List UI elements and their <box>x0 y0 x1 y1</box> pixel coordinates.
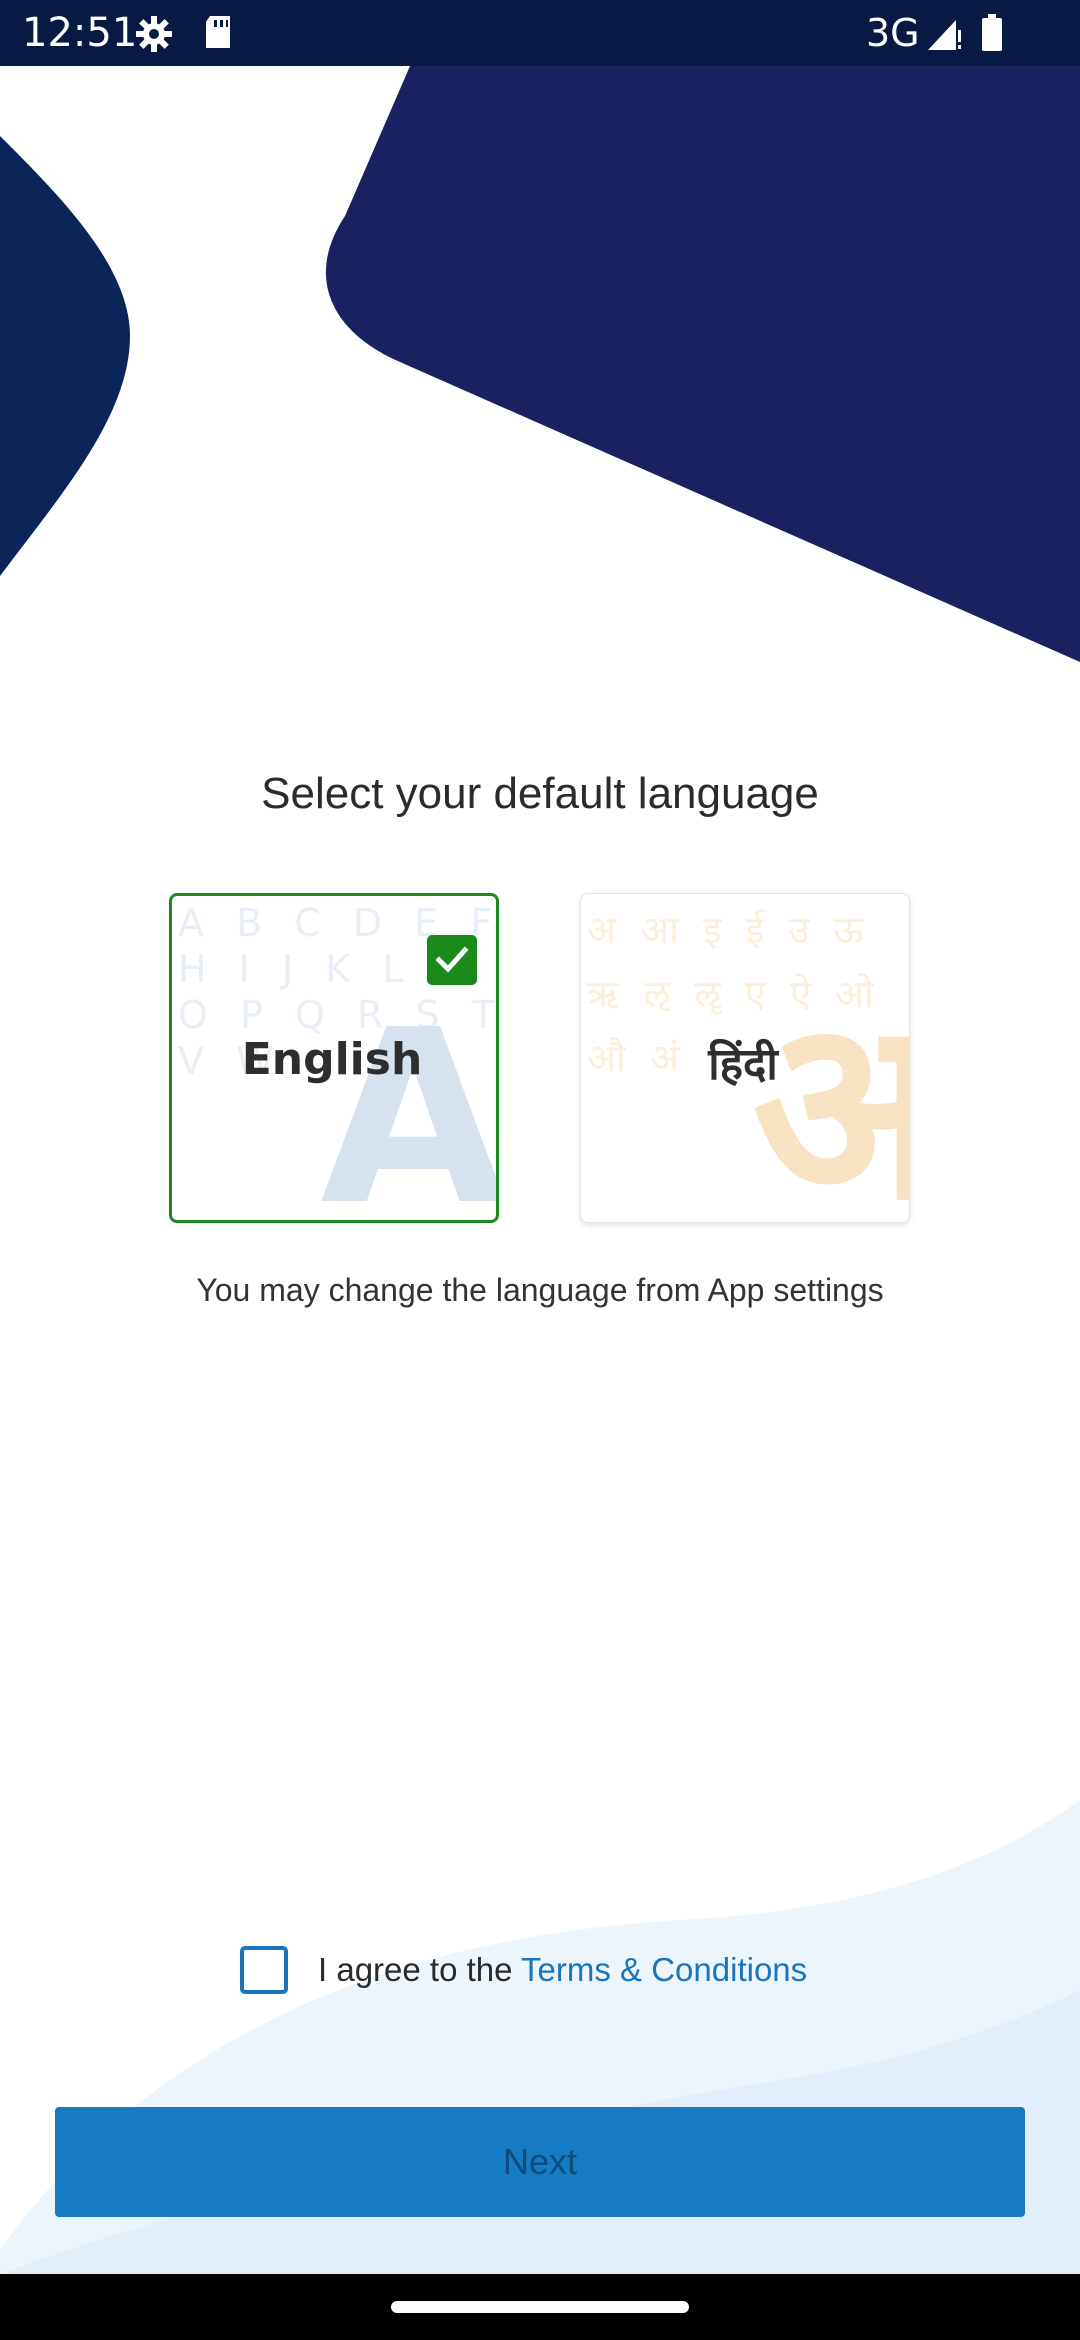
language-selection-screen: 12:51 3G Select your default language A … <box>0 0 1080 2340</box>
next-button[interactable]: Next <box>55 2107 1025 2217</box>
hindi-label: हिंदी <box>708 1039 778 1090</box>
home-gesture-handle[interactable] <box>391 2301 689 2313</box>
battery-icon <box>980 14 1020 54</box>
terms-prefix: I agree to the <box>318 1951 522 1988</box>
sd-card-icon <box>202 14 242 54</box>
page-title: Select your default language <box>261 769 819 818</box>
language-option-english[interactable]: A B C D E F G H I J K L M N O P Q R S T … <box>169 893 499 1223</box>
language-option-hindi[interactable]: अ आ इ ई उ ऊ ऋ ऌ ॡ ए ऐ ओ औ अं अ हिंदी <box>580 893 910 1223</box>
selected-check-icon <box>427 935 477 985</box>
english-label: English <box>241 1034 423 1085</box>
status-bar: 12:51 3G <box>0 0 1080 66</box>
network-type-label: 3G <box>866 11 920 55</box>
cell-signal-icon <box>926 16 966 56</box>
decorative-header-shapes <box>0 66 1080 662</box>
language-change-hint: You may change the language from App set… <box>196 1272 884 1308</box>
terms-checkbox[interactable] <box>240 1946 288 1994</box>
status-time: 12:51 <box>22 10 138 56</box>
settings-gear-icon <box>134 14 174 54</box>
english-big-glyph: A <box>320 978 499 1223</box>
terms-conditions-link[interactable]: Terms & Conditions <box>521 1951 807 1988</box>
navigation-bar <box>0 2274 1080 2340</box>
terms-agreement-text: I agree to the Terms & Conditions <box>318 1944 807 1996</box>
